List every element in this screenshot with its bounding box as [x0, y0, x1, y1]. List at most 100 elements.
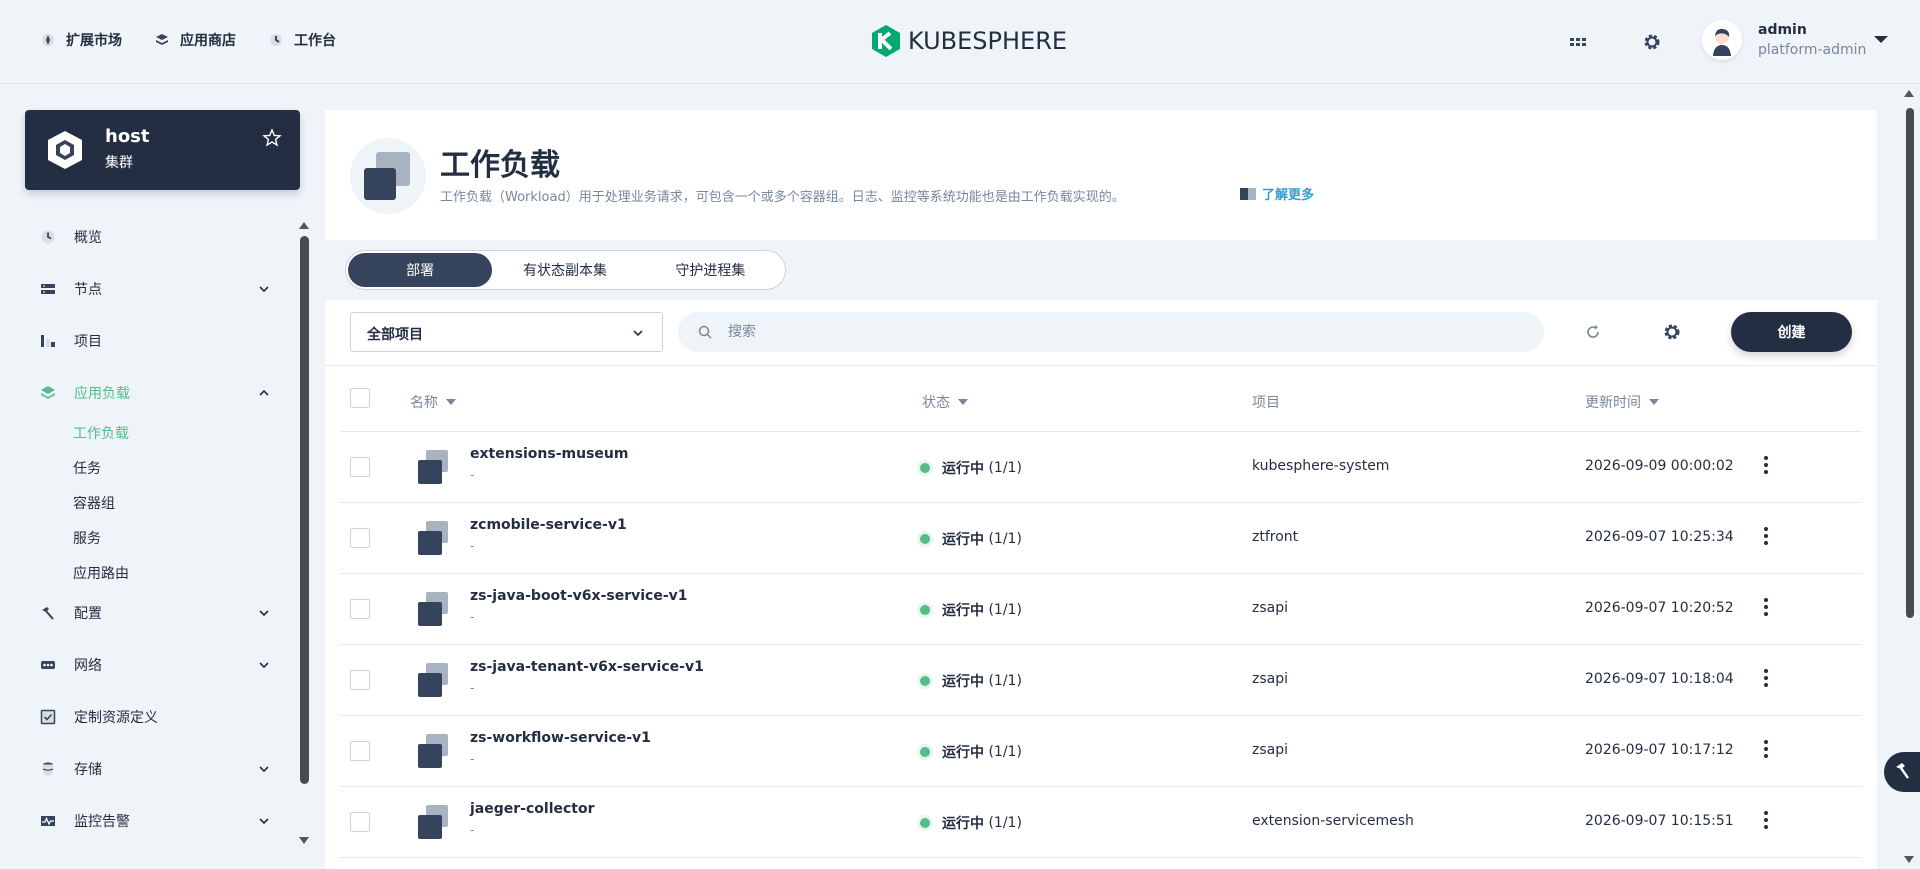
status-text: 运行中 — [942, 532, 984, 548]
search-input[interactable] — [728, 312, 1508, 352]
monitoring-icon — [41, 816, 55, 826]
gear-icon[interactable] — [1642, 32, 1662, 52]
workload-description: - — [470, 681, 475, 695]
workload-name[interactable]: extensions-museum — [470, 446, 628, 462]
more-actions-icon[interactable] — [1756, 454, 1776, 476]
nav-extension-market[interactable]: 扩展市场 — [40, 30, 122, 50]
sidebar-item-projects[interactable]: 项目 — [40, 321, 280, 361]
workload-name[interactable]: zs-java-tenant-v6x-service-v1 — [470, 659, 704, 675]
nav-extension-market-label: 扩展市场 — [66, 33, 122, 49]
row-checkbox[interactable] — [350, 741, 370, 761]
sidebar-item-monitoring[interactable]: 监控告警 — [40, 801, 280, 841]
table-row[interactable]: jaeger-collector - 运行中 (1/1) extension-s… — [340, 787, 1862, 858]
toolbox-button[interactable] — [1884, 752, 1920, 792]
table-header: 名称 状态 项目 更新时间 — [340, 366, 1862, 432]
sidebar-item-storage[interactable]: 存储 — [40, 749, 280, 789]
workload-name[interactable]: zcmobile-service-v1 — [470, 517, 627, 533]
chevron-down-icon — [259, 286, 269, 293]
sidebar-item-network[interactable]: 网络 — [40, 645, 280, 685]
star-icon[interactable] — [262, 128, 282, 148]
row-checkbox[interactable] — [350, 457, 370, 477]
sidebar-item-crd[interactable]: 定制资源定义 — [40, 697, 280, 737]
refresh-icon[interactable] — [1583, 322, 1603, 342]
workload-name[interactable]: zs-java-boot-v6x-service-v1 — [470, 588, 688, 604]
column-status[interactable]: 状态 — [922, 392, 968, 412]
more-actions-icon[interactable] — [1756, 596, 1776, 618]
select-all-checkbox[interactable] — [350, 388, 370, 408]
create-button[interactable]: 创建 — [1731, 312, 1852, 352]
column-updated[interactable]: 更新时间 — [1585, 392, 1659, 412]
nav-app-store-label: 应用商店 — [180, 33, 236, 49]
workload-description: - — [470, 752, 475, 766]
banner-icon-bg — [350, 138, 426, 214]
replica-count: (1/1) — [988, 744, 1022, 760]
workload-name[interactable]: jaeger-collector — [470, 801, 595, 817]
status-dot — [920, 676, 930, 686]
sidebar-item-nodes[interactable]: 节点 — [40, 269, 280, 309]
row-checkbox[interactable] — [350, 670, 370, 690]
update-time: 2026-09-07 10:15:51 — [1585, 813, 1734, 829]
project-name: ztfront — [1252, 529, 1299, 545]
status-badge: 运行中 (1/1) — [920, 671, 1022, 691]
replica-count: (1/1) — [988, 602, 1022, 618]
gear-icon[interactable] — [1662, 322, 1682, 342]
grid-apps-icon[interactable] — [1568, 32, 1588, 52]
learn-more-link[interactable]: 了解更多 — [1240, 184, 1314, 203]
sidebar-item-app-workloads[interactable]: 应用负载 — [40, 373, 280, 413]
cluster-card[interactable]: host 集群 — [25, 110, 300, 190]
status-text: 运行中 — [942, 603, 984, 619]
workload-icon — [418, 521, 448, 555]
project-name: zsapi — [1252, 742, 1288, 758]
row-checkbox[interactable] — [350, 812, 370, 832]
sidebar-subitem-pods[interactable]: 容器组 — [73, 493, 115, 513]
sidebar-subitem-workloads[interactable]: 工作负载 — [73, 423, 129, 443]
table-row[interactable]: extensions-museum - 运行中 (1/1) kubesphere… — [340, 432, 1862, 503]
page-banner: 工作负载 工作负载（Workload）用于处理业务请求，可包含一个或多个容器组。… — [325, 110, 1877, 240]
project-select[interactable]: 全部项目 — [350, 312, 663, 352]
sidebar-item-overview[interactable]: 概览 — [40, 217, 280, 257]
column-name[interactable]: 名称 — [410, 392, 456, 412]
page-scroll-thumb[interactable] — [1906, 108, 1914, 618]
sidebar-item-label: 网络 — [74, 658, 102, 674]
workload-description: - — [470, 610, 475, 624]
more-actions-icon[interactable] — [1756, 667, 1776, 689]
tab-statefulsets[interactable]: 有状态副本集 — [492, 253, 637, 287]
user-avatar-icon — [1713, 28, 1731, 56]
search-box[interactable] — [678, 312, 1544, 352]
row-checkbox[interactable] — [350, 528, 370, 548]
replica-count: (1/1) — [988, 460, 1022, 476]
sidebar-subitem-services[interactable]: 服务 — [73, 528, 101, 548]
caret-down-icon[interactable] — [1874, 36, 1888, 43]
sidebar-subitem-ingress[interactable]: 应用路由 — [73, 563, 129, 583]
nav-workbench[interactable]: 工作台 — [268, 30, 336, 50]
app-workload-icon — [41, 386, 55, 399]
tab-daemonsets[interactable]: 守护进程集 — [638, 253, 783, 287]
sidebar-item-config[interactable]: 配置 — [40, 593, 280, 633]
user-menu[interactable]: admin platform-admin — [1702, 20, 1866, 60]
workload-name[interactable]: zs-workflow-service-v1 — [470, 730, 651, 746]
more-actions-icon[interactable] — [1756, 738, 1776, 760]
table-row[interactable]: zcmobile-service-v1 - 运行中 (1/1) ztfront … — [340, 503, 1862, 574]
chevron-down-icon — [633, 330, 643, 337]
sort-caret-icon[interactable] — [958, 399, 968, 405]
more-actions-icon[interactable] — [1756, 525, 1776, 547]
table-row[interactable]: zs-java-boot-v6x-service-v1 - 运行中 (1/1) … — [340, 574, 1862, 645]
nav-app-store[interactable]: 应用商店 — [154, 30, 236, 50]
status-dot — [920, 534, 930, 544]
sort-caret-icon[interactable] — [446, 399, 456, 405]
user-role: platform-admin — [1758, 42, 1867, 58]
update-time: 2026-09-07 10:18:04 — [1585, 671, 1734, 687]
sidebar-scroll-thumb[interactable] — [300, 236, 309, 784]
row-checkbox[interactable] — [350, 599, 370, 619]
sidebar-subitem-jobs[interactable]: 任务 — [73, 458, 101, 478]
status-badge: 运行中 (1/1) — [920, 813, 1022, 833]
sort-caret-icon[interactable] — [1649, 399, 1659, 405]
table-row[interactable]: zs-java-tenant-v6x-service-v1 - 运行中 (1/1… — [340, 645, 1862, 716]
workload-tabs: 部署 有状态副本集 守护进程集 — [345, 250, 786, 290]
tab-deployments[interactable]: 部署 — [348, 253, 493, 287]
table-row[interactable]: zs-workflow-service-v1 - 运行中 (1/1) zsapi… — [340, 716, 1862, 787]
search-icon — [698, 325, 712, 339]
kubesphere-logo[interactable]: KUBESPHERE — [870, 24, 1067, 58]
top-nav: 扩展市场 应用商店 工作台 — [40, 30, 368, 50]
more-actions-icon[interactable] — [1756, 809, 1776, 831]
